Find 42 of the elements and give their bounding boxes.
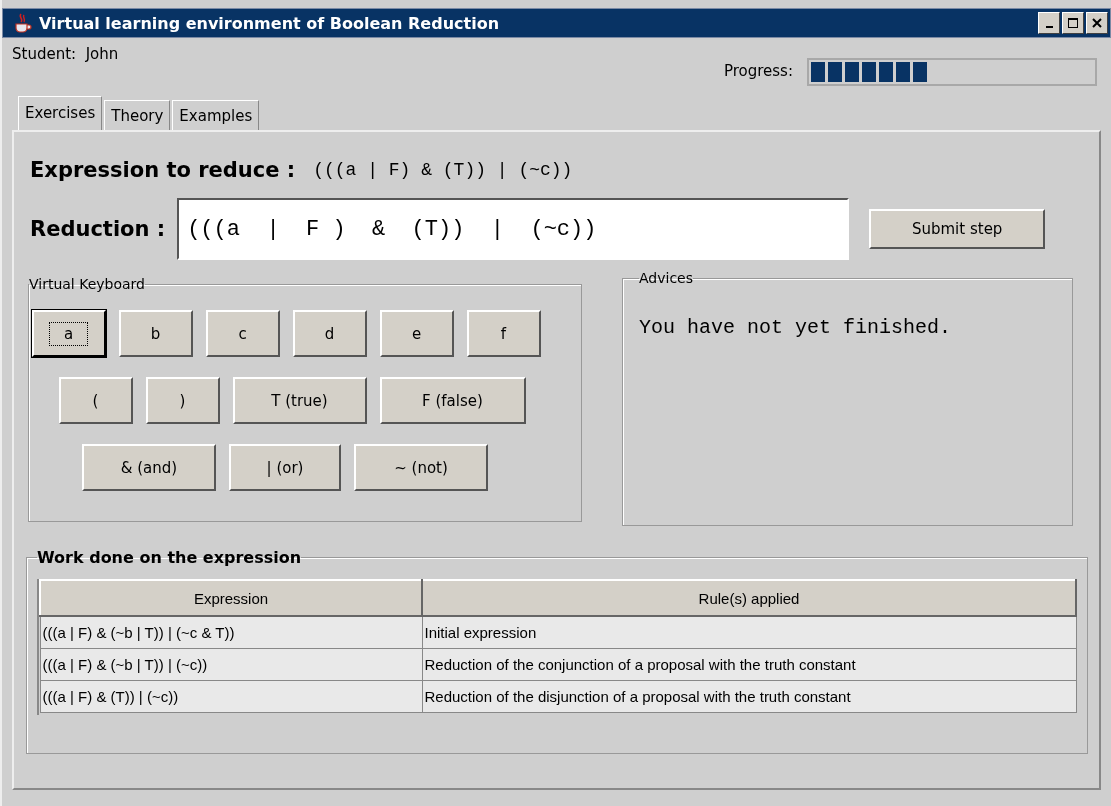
table-cell: (((a | F) & (~b | T)) | (~c & T)) [40, 616, 422, 649]
table-cell: (((a | F) & (~b | T)) | (~c)) [40, 648, 422, 681]
column-header[interactable]: Rule(s) applied [422, 580, 1076, 616]
key-button[interactable]: e [379, 310, 454, 357]
reduction-label: Reduction : [30, 217, 166, 241]
tab[interactable]: Exercises [18, 96, 103, 130]
table-cell: (((a | F) & (T)) | (~c)) [40, 680, 422, 713]
key-button[interactable]: ) [145, 377, 220, 424]
key-button[interactable]: ( [58, 377, 133, 424]
minimize-button[interactable] [1038, 12, 1060, 34]
table-cell: Reduction of the disjunction of a proposal with the truth constant [422, 680, 1076, 713]
key-button[interactable]: ~ (not) [354, 444, 488, 491]
key-button[interactable]: c [205, 310, 280, 357]
key-button[interactable]: F (false) [379, 377, 526, 424]
key-button[interactable]: & (and) [82, 444, 216, 491]
key-button[interactable]: d [292, 310, 367, 357]
reduction-field[interactable]: (((a | F ) & (T)) | (~c)) [177, 198, 850, 260]
close-icon [1091, 17, 1103, 29]
expression-label: Expression to reduce : [30, 158, 296, 182]
group-title: Advices [639, 270, 693, 286]
group-title: Virtual Keyboard [29, 276, 145, 292]
maximize-button[interactable] [1062, 12, 1084, 34]
close-button[interactable] [1086, 12, 1108, 34]
advice-text: You have not yet finished. [639, 316, 952, 339]
column-header[interactable]: Expression [40, 580, 422, 616]
table-cell: Initial expression [422, 616, 1076, 649]
window-title: Virtual learning environment of Boolean Reduction [39, 13, 500, 33]
expression-text: (((a | F) & (T)) | (~c)) [313, 160, 573, 180]
progress-label: Progress: [723, 61, 793, 80]
maximize-icon [1067, 17, 1079, 29]
student-label: Student: John [12, 44, 119, 65]
submit-step-button[interactable]: Submit step [869, 209, 1046, 249]
key-button[interactable]: | (or) [229, 444, 341, 491]
key-button[interactable]: f [466, 310, 541, 357]
key-button[interactable]: T (true) [232, 377, 367, 424]
key-button[interactable]: a [31, 310, 106, 357]
tab[interactable]: Theory [104, 100, 171, 130]
group-title: Work done on the expression [37, 548, 302, 567]
minimize-icon [1045, 26, 1053, 28]
key-button[interactable]: b [118, 310, 193, 357]
tab[interactable]: Examples [172, 100, 260, 130]
table-cell: Reduction of the conjunction of a proposal with the truth constant [422, 648, 1076, 681]
